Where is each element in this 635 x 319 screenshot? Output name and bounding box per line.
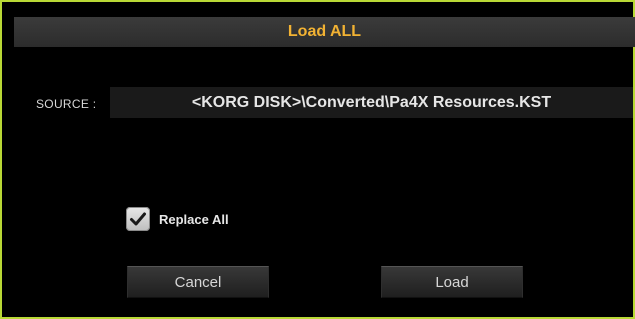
replace-all-checkbox[interactable] — [126, 207, 150, 231]
dialog-title: Load ALL — [14, 17, 635, 47]
checkmark-icon — [130, 212, 146, 226]
replace-all-label: Replace All — [159, 211, 229, 227]
source-path-field[interactable]: <KORG DISK>\Converted\Pa4X Resources.KST — [110, 87, 633, 118]
load-button[interactable]: Load — [381, 266, 523, 298]
replace-all-option[interactable]: Replace All — [126, 207, 229, 231]
cancel-button[interactable]: Cancel — [127, 266, 269, 298]
source-label: SOURCE : — [36, 97, 97, 111]
load-all-dialog: Load ALL SOURCE : <KORG DISK>\Converted\… — [0, 0, 635, 319]
